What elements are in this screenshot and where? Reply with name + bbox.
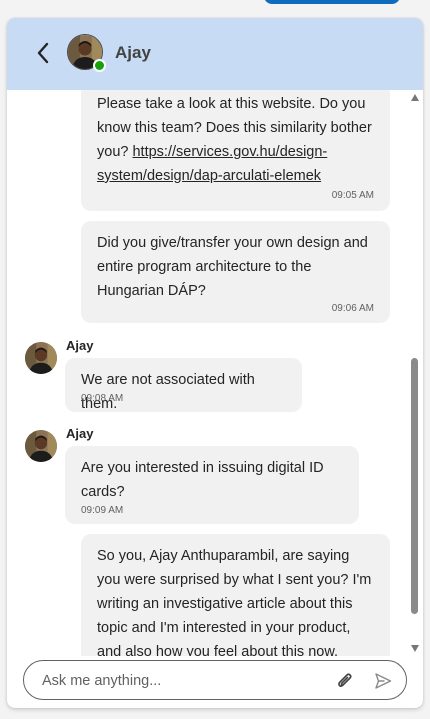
received-message: We are not associated with them. 09:08 A… — [65, 358, 302, 412]
chevron-left-icon — [37, 42, 49, 64]
sent-message: So you, Ajay Anthuparambil, are saying y… — [81, 534, 390, 656]
sent-message: Did you give/transfer your own design an… — [81, 221, 390, 323]
paperclip-icon — [338, 673, 352, 687]
back-button[interactable] — [31, 40, 55, 66]
message-text: Are you interested in issuing digital ID… — [81, 460, 324, 500]
scroll-down-arrow-icon[interactable] — [411, 645, 419, 652]
sender-avatar[interactable] — [25, 430, 57, 462]
attach-button[interactable] — [334, 670, 356, 692]
received-message: Are you interested in issuing digital ID… — [65, 446, 359, 524]
send-button[interactable] — [372, 670, 394, 692]
sender-name: Ajay — [66, 426, 94, 441]
scrollbar[interactable] — [409, 90, 423, 656]
message-list[interactable]: Please take a look at this website. Do y… — [7, 90, 423, 656]
chat-window: Ajay Please take a look at this website.… — [7, 18, 423, 708]
message-composer — [23, 660, 407, 701]
message-time: 09:09 AM — [81, 505, 124, 516]
contact-name: Ajay — [115, 43, 151, 62]
sender-name: Ajay — [66, 338, 94, 353]
chat-header: Ajay — [7, 18, 423, 90]
message-text: We are not associated with them. — [81, 372, 255, 412]
message-time: 09:05 AM — [331, 190, 374, 201]
sender-avatar[interactable] — [25, 342, 57, 374]
message-text: Please take a look at this website. Do y… — [97, 96, 372, 184]
send-icon — [375, 673, 392, 689]
message-text: So you, Ajay Anthuparambil, are saying y… — [97, 548, 372, 656]
message-time: 09:06 AM — [331, 303, 374, 314]
scroll-thumb[interactable] — [411, 358, 418, 614]
online-status-indicator — [93, 59, 106, 72]
message-time: 09:08 AM — [81, 393, 124, 404]
message-text: Did you give/transfer your own design an… — [97, 235, 368, 299]
scroll-up-arrow-icon[interactable] — [411, 94, 419, 101]
top-action-button[interactable] — [264, 0, 400, 4]
message-input[interactable] — [40, 661, 334, 701]
sent-message: Please take a look at this website. Do y… — [81, 90, 390, 211]
message-link[interactable]: https://services.gov.hu/design-system/de… — [97, 144, 327, 184]
